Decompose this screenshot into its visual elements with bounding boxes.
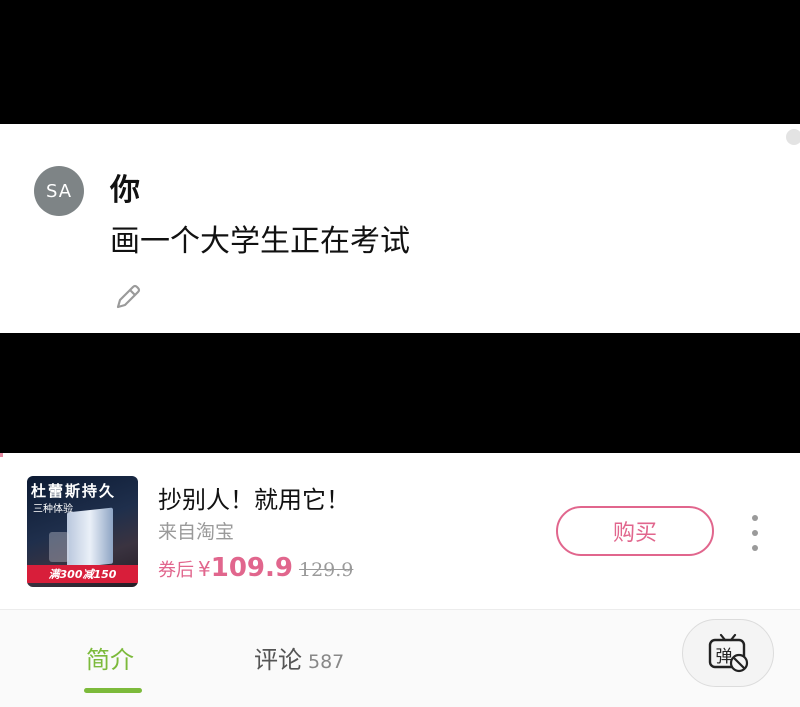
tab-comments[interactable]: 评论 587: [254, 640, 344, 675]
thumbnail-title: 杜蕾斯持久: [31, 482, 117, 500]
product-thumbnail[interactable]: 杜蕾斯持久 三种体验 满300减150: [27, 476, 138, 587]
thumbnail-promo-banner: 满300减150: [27, 565, 138, 583]
danmaku-glyph: 弹: [716, 647, 733, 667]
redacted-band-top: [0, 0, 800, 124]
tab-intro[interactable]: 简介: [86, 640, 134, 675]
product-box-image: [67, 507, 113, 569]
discount-price: 109.9: [210, 553, 293, 583]
scrollbar-thumb[interactable]: [786, 129, 800, 145]
active-tab-indicator: [84, 688, 142, 693]
buy-button-label: 购买: [612, 521, 657, 546]
pencil-icon[interactable]: [112, 280, 144, 312]
comments-count: 587: [308, 651, 345, 673]
coupon-price-label: 券后: [158, 560, 194, 581]
user-message: 画一个大学生正在考试: [110, 224, 410, 259]
ad-source: 来自淘宝: [158, 521, 235, 543]
currency-symbol: ¥: [198, 557, 211, 581]
thumbnail-subtitle: 三种体验: [33, 504, 73, 515]
tab-comments-label: 评论: [254, 646, 302, 674]
avatar: SA: [34, 166, 84, 216]
ad-title[interactable]: 抄别人！就用它！: [158, 480, 350, 515]
redacted-band-middle: [0, 333, 800, 453]
avatar-initials: SA: [45, 180, 73, 202]
danmaku-off-icon: 弹: [708, 633, 749, 673]
price-row: 券后 ¥109.9 129.9: [158, 553, 353, 583]
buy-button[interactable]: 购买: [556, 506, 714, 556]
danmaku-toggle-button[interactable]: 弹: [682, 619, 774, 687]
sender-name: 你: [110, 173, 140, 208]
ad-accent-mark: [0, 453, 3, 457]
original-price: 129.9: [298, 559, 354, 581]
hourglass-image: [49, 532, 69, 562]
more-vertical-icon[interactable]: [744, 515, 766, 551]
